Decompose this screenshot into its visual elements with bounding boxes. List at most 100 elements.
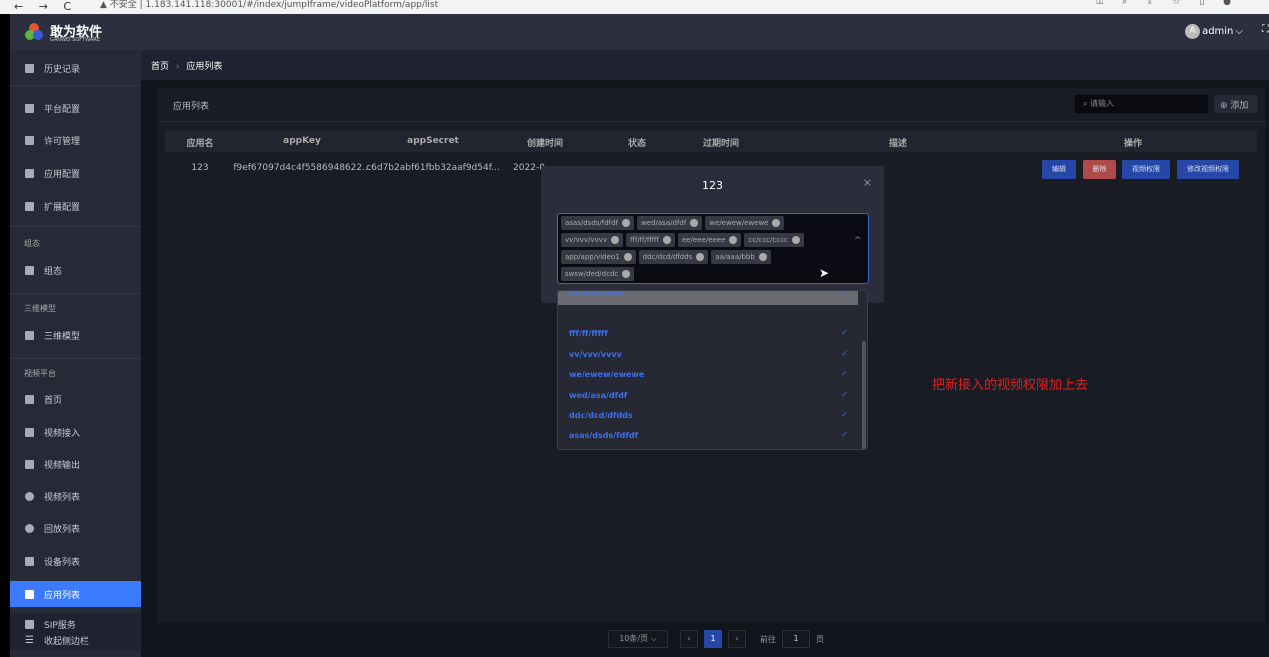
layers-icon	[25, 589, 34, 599]
video-camera-icon	[25, 459, 34, 469]
selected-tag: we/ewew/ewewe	[705, 216, 785, 230]
home-icon	[25, 394, 34, 404]
search-input[interactable]: ⌕ 请输入	[1075, 95, 1208, 113]
selected-tag: aa/aaa/bbb	[711, 250, 771, 264]
extension-icon	[25, 201, 34, 211]
column-header: 状态	[627, 139, 647, 149]
selected-tag: asas/dsds/fdfdf	[561, 216, 635, 230]
dropdown-scrollbar[interactable]	[862, 341, 866, 449]
sidebar-item-device-list[interactable]: 设备列表	[10, 548, 141, 574]
video-permission-dialog: 123 × ^ asas/dsds/fdfdf wed/asa/dfdf we/ew…	[541, 166, 884, 303]
column-header: 创建时间	[526, 139, 564, 149]
edit-video-permission-button[interactable]: 修改视频权限	[1177, 160, 1239, 179]
browser-nav-buttons[interactable]: ← → C	[14, 0, 77, 14]
divider	[157, 121, 1265, 122]
user-menu[interactable]: A admin ⌵	[1185, 24, 1243, 39]
sidebar-item-video-list[interactable]: 视频列表	[10, 483, 141, 509]
sidebar-item-history[interactable]: 历史记录	[10, 55, 141, 81]
sidebar-item-app-list[interactable]: 应用列表	[10, 581, 141, 607]
check-icon: ✓	[841, 410, 848, 419]
sidebar-item-platform-config[interactable]: 平台配置	[10, 95, 141, 121]
dropdown-option[interactable]: we/ewew/ewewe ✓	[558, 366, 858, 386]
sidebar-item-extension-config[interactable]: 扩展配置	[10, 193, 141, 219]
next-page-button[interactable]: ›	[728, 630, 746, 648]
sidebar-item-label: 历史记录	[44, 64, 81, 75]
sidebar-item-video-output[interactable]: 视频输出	[10, 451, 141, 477]
tag-remove-icon[interactable]	[729, 236, 738, 244]
collapse-label: 收起侧边栏	[43, 636, 89, 647]
goto-page-input[interactable]: 1	[782, 630, 810, 648]
tag-remove-icon[interactable]	[690, 219, 699, 227]
selected-tag: fff/ff/fffff	[626, 233, 675, 247]
dropdown-option[interactable]: wed/asa/dfdf ✓	[558, 387, 858, 407]
tag-remove-icon[interactable]	[622, 219, 631, 227]
avatar: A	[1185, 24, 1201, 39]
annotation-text: 把新接入的视频权限加上去	[932, 378, 1089, 393]
breadcrumb: 首页 › 应用列表	[141, 50, 1269, 80]
dropdown-option[interactable]: ddc/dcd/dfdds ✓	[558, 407, 858, 427]
goto-label: 前往	[760, 634, 776, 644]
tag-label: wed/asa/dfdf	[641, 219, 687, 227]
config-icon	[25, 103, 34, 113]
dropdown-option[interactable]: asas/dsds/fdfdf ✓	[558, 427, 858, 447]
dropdown-option[interactable]: swsw/ded/dcdc✓	[558, 448, 858, 449]
tag-label: fff/ff/fffff	[630, 236, 659, 244]
column-header: 操作	[1123, 139, 1143, 149]
tag-label: swsw/ded/dcdc	[565, 270, 619, 278]
tag-remove-icon[interactable]	[622, 270, 631, 278]
column-header: appKey	[283, 136, 321, 146]
column-header: 描述	[888, 139, 908, 149]
fullscreen-icon[interactable]: ⛶	[1262, 24, 1269, 35]
selected-tag: ee/eee/eeee	[677, 233, 742, 247]
option-label: ddc/dcd/dfdds	[569, 411, 633, 420]
browser-toolbar-icons[interactable]: ⚿ ⌕ ⇪ ☆ ▯ ●	[1096, 0, 1239, 7]
search-placeholder: 请输入	[1090, 99, 1115, 108]
sidebar-item-video-input[interactable]: 视频接入	[10, 419, 141, 445]
column-header: 应用名	[186, 139, 214, 149]
divider	[10, 358, 141, 359]
grid-icon	[25, 265, 34, 275]
collapse-icon: ☰	[25, 634, 34, 646]
tag-remove-icon[interactable]	[611, 236, 619, 244]
dropdown-option[interactable]: vv/vvv/vvvv ✓	[558, 346, 858, 366]
tag-label: ee/eee/eeee	[681, 236, 726, 244]
selected-tag: wed/asa/dfdf	[637, 216, 703, 230]
sidebar-item-license[interactable]: 许可管理	[10, 127, 141, 153]
breadcrumb-home[interactable]: 首页	[151, 62, 169, 72]
sidebar-item-3d-model[interactable]: 三维模型	[10, 322, 141, 348]
chevron-up-icon[interactable]: ^	[854, 236, 862, 246]
option-label: vv/vvv/vvvv	[569, 349, 622, 359]
sidebar-group-label: 组态	[24, 239, 40, 248]
dropdown-option[interactable]: fff/ff/fffff ✓	[558, 325, 858, 345]
page-size-select[interactable]: 10条/页 ⌵	[608, 630, 668, 648]
check-icon: ✓	[841, 290, 848, 297]
tag-remove-icon[interactable]	[662, 236, 671, 244]
edit-button[interactable]: 编辑	[1042, 160, 1076, 179]
cell-appkey: f9ef67097d4c4f5586948622...	[233, 163, 371, 173]
prev-page-button[interactable]: ‹	[680, 630, 698, 648]
sidebar-item-playback-list[interactable]: 回放列表	[10, 515, 141, 541]
address-bar[interactable]: ▲ 不安全 | 1.183.141.118:30001/#/index/jump…	[100, 0, 438, 10]
check-icon: ✓	[841, 348, 848, 358]
selected-tag: swsw/ded/dcdc	[561, 267, 635, 281]
tag-remove-icon[interactable]	[696, 253, 705, 261]
sidebar-item-configuration[interactable]: 组态	[10, 257, 141, 283]
video-permission-button[interactable]: 视频权限	[1122, 160, 1170, 179]
delete-button[interactable]: 删除	[1083, 160, 1116, 179]
document-icon	[25, 63, 34, 73]
tag-remove-icon[interactable]	[772, 219, 781, 227]
tag-remove-icon[interactable]	[623, 253, 632, 261]
tag-remove-icon[interactable]	[758, 253, 767, 261]
divider	[10, 85, 141, 86]
dropdown-option[interactable]: ee/eee/eeee ✓	[558, 290, 858, 305]
page-1-button[interactable]: 1	[704, 630, 722, 648]
add-button[interactable]: ⊕ 添加	[1214, 95, 1257, 113]
sidebar-item-home[interactable]: 首页	[10, 386, 141, 412]
close-icon[interactable]: ×	[863, 176, 872, 189]
collapse-sidebar-button[interactable]: ☰ 收起侧边栏	[10, 630, 141, 650]
chevron-down-icon: ⌵	[1235, 26, 1243, 37]
sidebar-item-app-config[interactable]: 应用配置	[10, 160, 141, 186]
column-header: 过期时间	[702, 139, 740, 149]
history-icon	[25, 523, 34, 533]
tag-remove-icon[interactable]	[791, 236, 800, 244]
